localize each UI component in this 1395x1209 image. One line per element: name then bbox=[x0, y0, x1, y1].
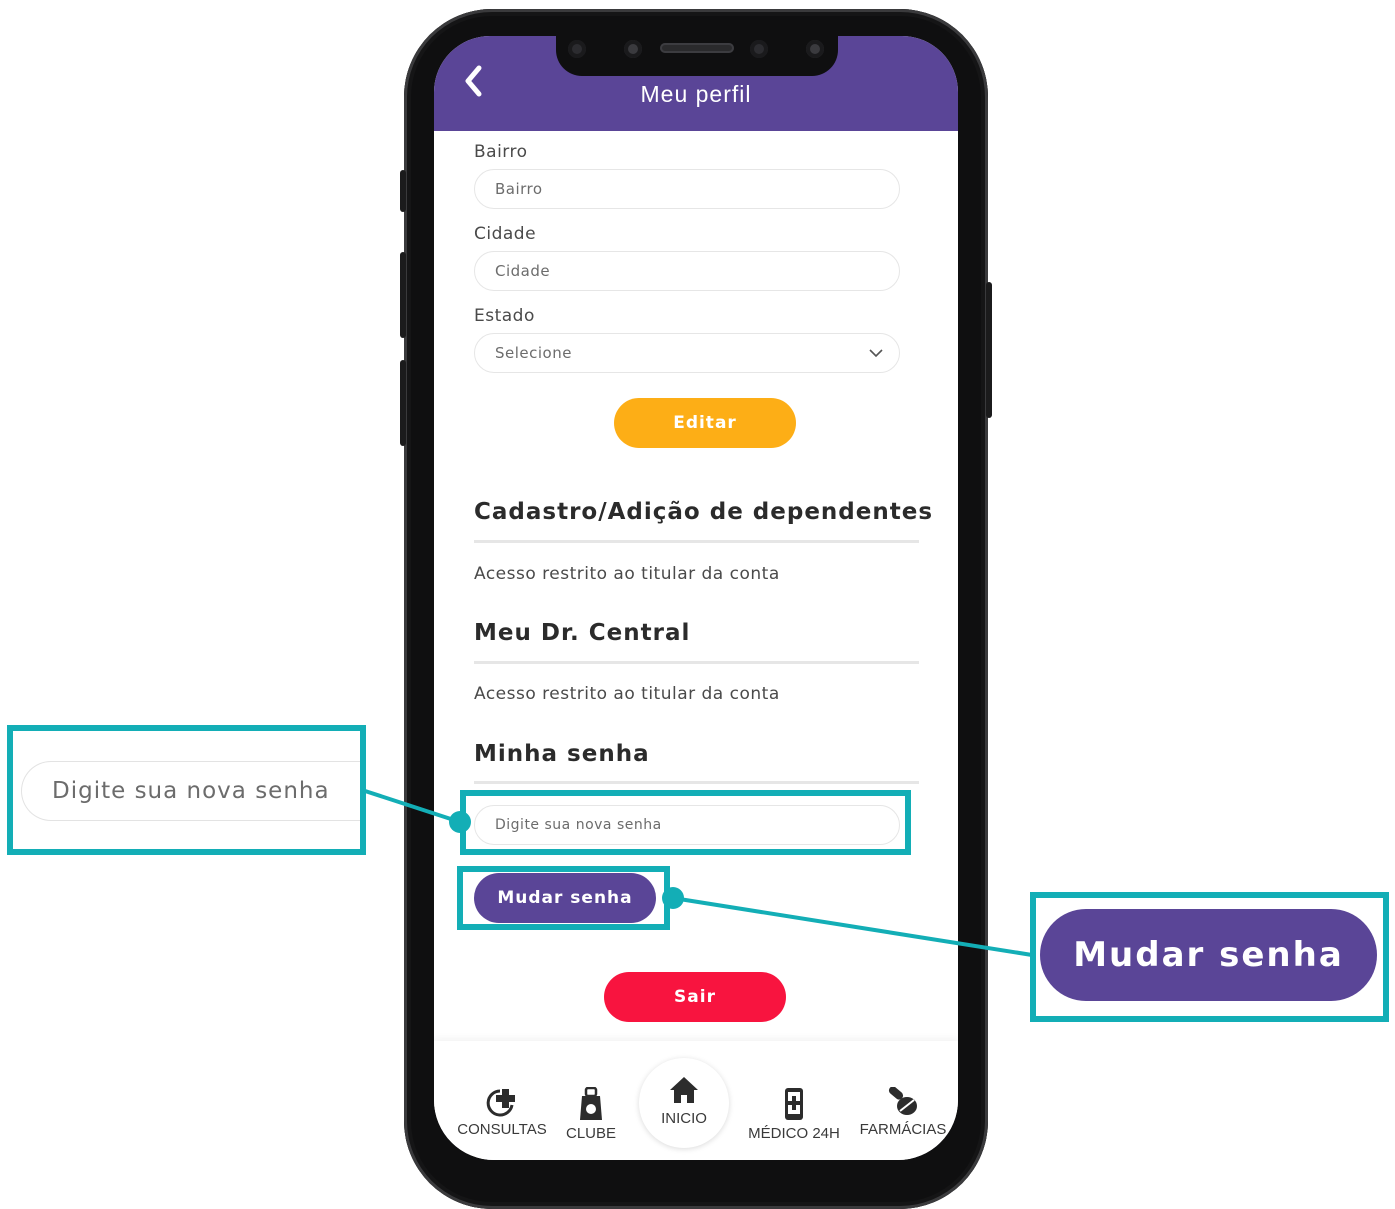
tab-consultas-label: CONSULTAS bbox=[457, 1121, 547, 1138]
phone-volume-down bbox=[400, 360, 406, 446]
proximity-sensor-icon bbox=[806, 40, 824, 58]
medical-cross-icon bbox=[486, 1089, 515, 1117]
meu-dr-restricted-text: Acesso restrito ao titular da conta bbox=[474, 684, 780, 704]
page-title: Meu perfil bbox=[640, 81, 752, 107]
tab-consultas[interactable]: CONSULTAS bbox=[452, 1087, 552, 1138]
phone-mute-switch bbox=[400, 170, 406, 212]
bairro-input[interactable]: Bairro bbox=[474, 169, 900, 209]
shopping-bag-icon bbox=[580, 1087, 602, 1120]
edit-button[interactable]: Editar bbox=[614, 398, 796, 448]
change-password-highlight bbox=[457, 866, 670, 930]
tab-inicio[interactable]: INICIO bbox=[639, 1058, 729, 1148]
sensor-icon bbox=[624, 40, 642, 58]
dependentes-restricted-text: Acesso restrito ao titular da conta bbox=[474, 564, 780, 584]
zoomed-password-input: Digite sua nova senha bbox=[21, 761, 360, 821]
tab-medico-24h[interactable]: MÉDICO 24H bbox=[742, 1087, 846, 1142]
section-divider bbox=[474, 781, 919, 784]
app-screen: Meu perfil Bairro Bairro Cidade Cidade E… bbox=[434, 36, 958, 1160]
bottom-tab-bar: CONSULTAS CLUBE INICIO MÉDICO 24H FARMÁC… bbox=[434, 1041, 958, 1160]
tab-clube-label: CLUBE bbox=[565, 1125, 617, 1142]
estado-select[interactable]: Selecione bbox=[474, 333, 900, 373]
speaker-grille bbox=[660, 43, 734, 53]
cidade-input[interactable]: Cidade bbox=[474, 251, 900, 291]
phone-volume-up bbox=[400, 252, 406, 338]
tab-inicio-label: INICIO bbox=[661, 1110, 707, 1127]
bairro-label: Bairro bbox=[474, 142, 528, 162]
cidade-label: Cidade bbox=[474, 224, 537, 244]
home-icon bbox=[670, 1077, 698, 1103]
estado-select-value: Selecione bbox=[495, 344, 572, 362]
estado-label: Estado bbox=[474, 306, 535, 326]
tab-clube[interactable]: CLUBE bbox=[556, 1087, 626, 1142]
tab-medico-label: MÉDICO 24H bbox=[748, 1125, 840, 1142]
chevron-down-icon bbox=[869, 349, 883, 358]
face-sensor-icon bbox=[750, 40, 768, 58]
password-input-zoom-callout: Digite sua nova senha bbox=[7, 725, 366, 855]
phone-medical-icon bbox=[785, 1088, 803, 1120]
tab-farmacias[interactable]: FARMÁCIAS bbox=[854, 1087, 952, 1138]
section-divider bbox=[474, 540, 919, 543]
tab-farmacias-label: FARMÁCIAS bbox=[859, 1121, 947, 1138]
section-divider bbox=[474, 661, 919, 664]
minha-senha-title: Minha senha bbox=[474, 741, 650, 767]
phone-notch bbox=[556, 36, 838, 76]
logout-button[interactable]: Sair bbox=[604, 972, 786, 1022]
front-camera-icon bbox=[568, 40, 586, 58]
dependentes-title: Cadastro/Adição de dependentes bbox=[474, 499, 934, 525]
meu-dr-title: Meu Dr. Central bbox=[474, 620, 691, 646]
zoomed-change-password-button: Mudar senha bbox=[1040, 909, 1377, 1001]
pills-icon bbox=[888, 1087, 917, 1115]
phone-power-button bbox=[986, 282, 992, 418]
password-input-highlight bbox=[460, 790, 911, 855]
